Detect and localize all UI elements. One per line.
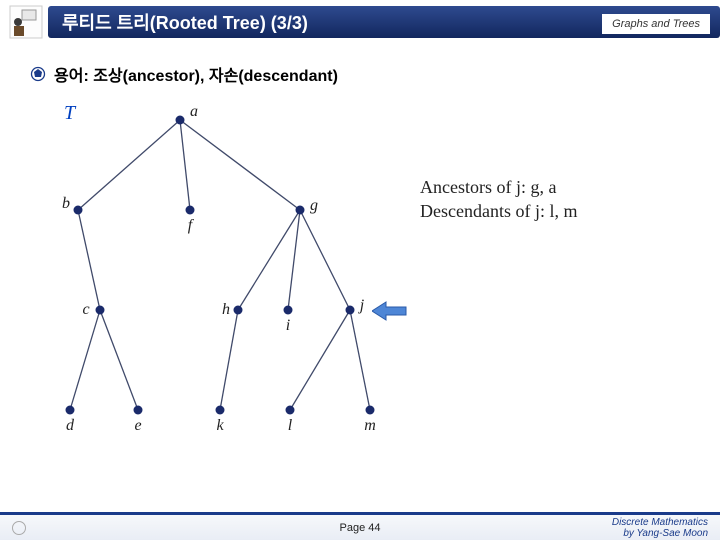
tree-diagram: T a b: [40, 100, 410, 450]
label-m: m: [364, 417, 376, 435]
label-e: e: [134, 417, 141, 435]
page-number: Page 44: [340, 522, 381, 534]
ancestors-line: Ancestors of j: g, a: [420, 175, 577, 199]
footer: Page 44 Discrete Mathematics by Yang-Sae…: [0, 512, 720, 540]
label-g: g: [310, 197, 318, 215]
annotations: Ancestors of j: g, a Descendants of j: l…: [420, 175, 577, 224]
label-k: k: [216, 417, 223, 435]
node-l: [286, 406, 295, 415]
course-name: Discrete Mathematics: [612, 517, 708, 528]
node-k: [216, 406, 225, 415]
node-b: [74, 206, 83, 215]
node-f: [186, 206, 195, 215]
subheading-text: 용어: 조상(ancestor), 자손(descendant): [54, 62, 338, 86]
label-i: i: [286, 317, 290, 335]
node-g: [296, 206, 305, 215]
descendants-line: Descendants of j: l, m: [420, 199, 577, 223]
title-bar: 루티드 트리(Rooted Tree) (3/3) Graphs and Tre…: [0, 0, 720, 48]
footer-logo: [12, 521, 26, 535]
label-b: b: [62, 195, 70, 213]
presenter-icon: [6, 2, 46, 42]
subheading: 용어: 조상(ancestor), 자손(descendant): [30, 62, 338, 86]
label-a: a: [190, 103, 198, 121]
node-i: [284, 306, 293, 315]
node-h: [234, 306, 243, 315]
label-f: f: [188, 217, 192, 235]
label-j: j: [360, 297, 364, 315]
label-d: d: [66, 417, 74, 435]
bullet-icon: [30, 66, 46, 82]
label-h: h: [222, 301, 230, 319]
label-c: c: [82, 301, 89, 319]
section-label: Graphs and Trees: [602, 14, 710, 34]
node-d: [66, 406, 75, 415]
node-j: [346, 306, 355, 315]
pointer-arrow-icon: [372, 300, 408, 327]
node-m: [366, 406, 375, 415]
tree-edges: [40, 100, 410, 450]
university-logo-icon: [12, 521, 26, 535]
author-name: by Yang-Sae Moon: [612, 528, 708, 539]
slide-title: 루티드 트리(Rooted Tree) (3/3): [62, 9, 308, 35]
node-c: [96, 306, 105, 315]
footer-credits: Discrete Mathematics by Yang-Sae Moon: [612, 517, 708, 539]
node-a: [176, 116, 185, 125]
node-e: [134, 406, 143, 415]
label-l: l: [288, 417, 292, 435]
